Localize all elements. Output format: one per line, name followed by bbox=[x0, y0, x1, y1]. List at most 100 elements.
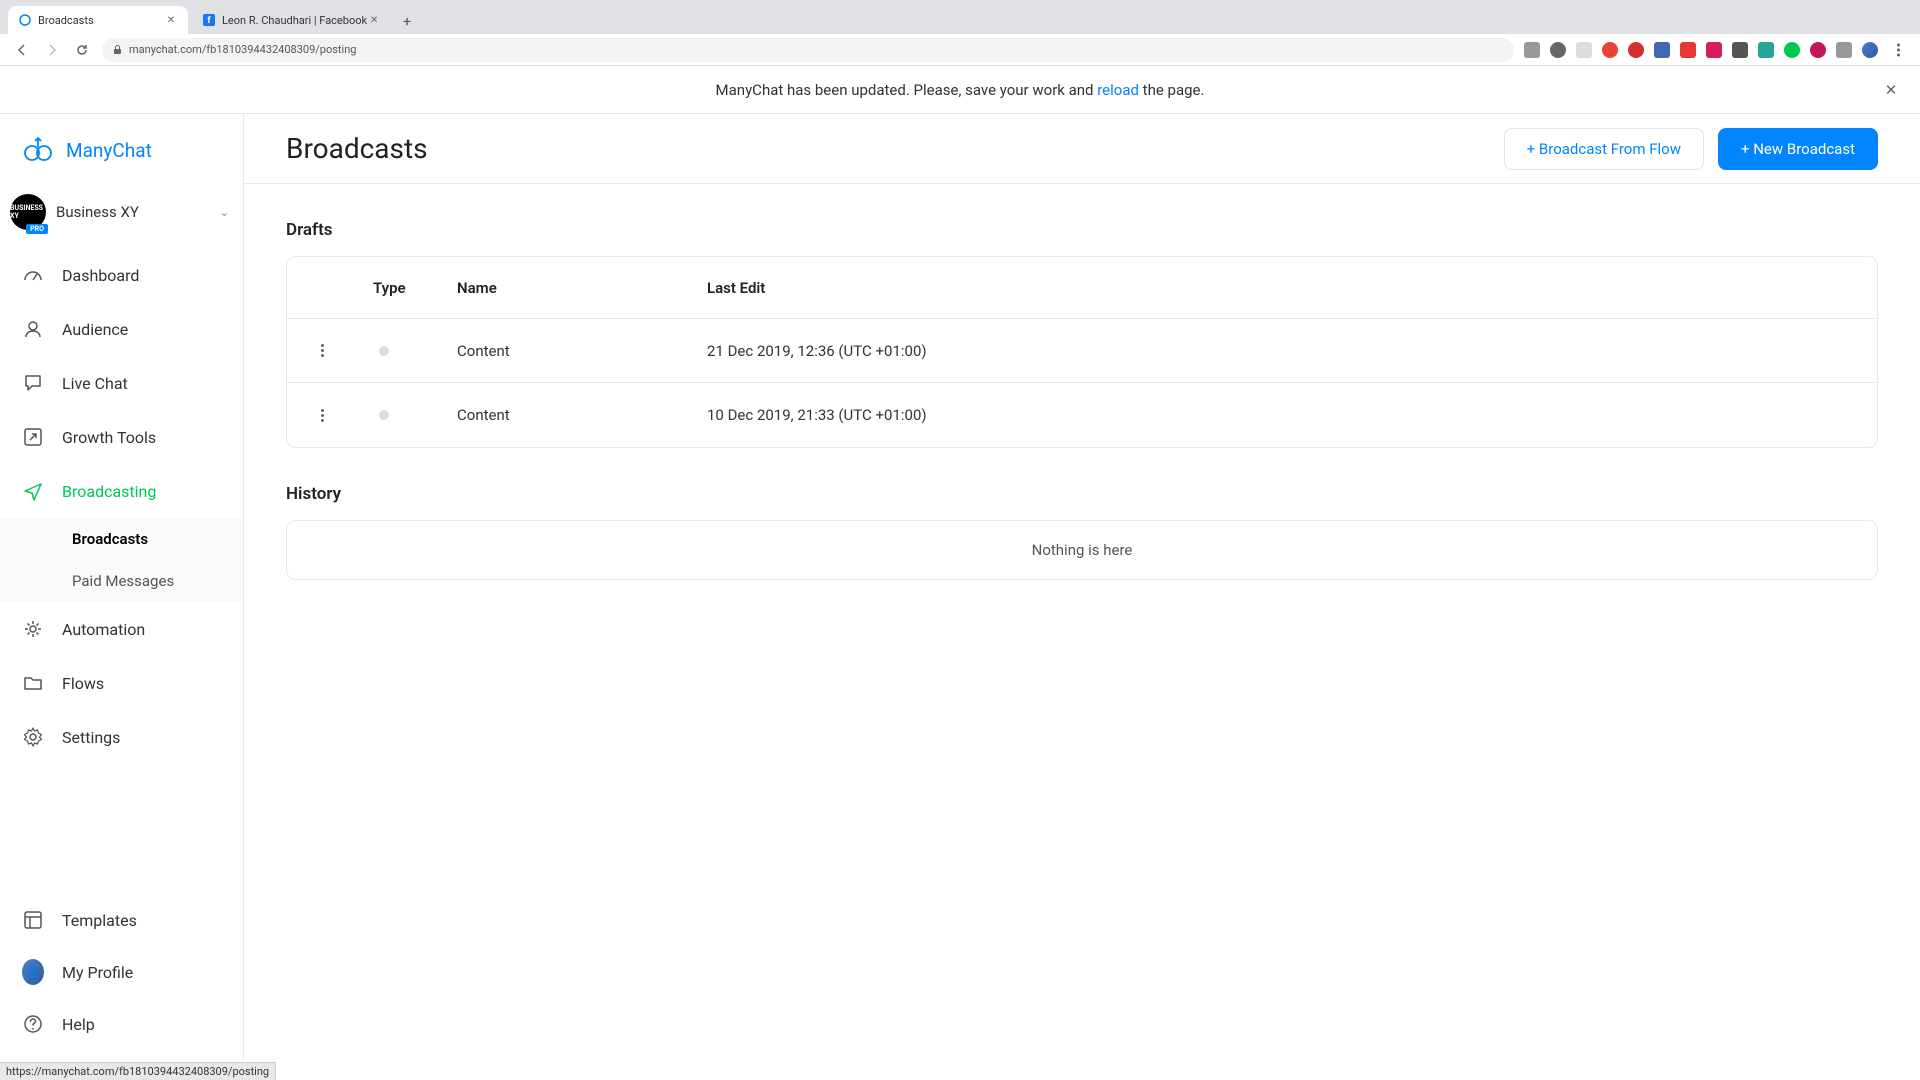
banner-close-button[interactable]: ✕ bbox=[1882, 81, 1900, 99]
broadcast-from-flow-button[interactable]: + Broadcast From Flow bbox=[1504, 128, 1704, 170]
sidebar-item-growth[interactable]: Growth Tools bbox=[0, 410, 243, 464]
sidebar: ManyChat BUSINESS XY PRO Business XY ⌄ D… bbox=[0, 114, 244, 1060]
sidebar-item-settings[interactable]: Settings bbox=[0, 710, 243, 764]
sidebar-item-automation[interactable]: Automation bbox=[0, 602, 243, 656]
sidebar-sub-items: Broadcasts Paid Messages bbox=[0, 518, 243, 602]
sidebar-item-label: Flows bbox=[62, 674, 104, 693]
col-last-edit: Last Edit bbox=[707, 279, 1877, 297]
browser-tab-active[interactable]: Broadcasts ✕ bbox=[8, 6, 188, 34]
sidebar-item-label: Broadcasting bbox=[62, 482, 156, 501]
sidebar-item-broadcasting[interactable]: Broadcasting bbox=[0, 464, 243, 518]
nav-main: Dashboard Audience Live Chat Growth Tool… bbox=[0, 238, 243, 894]
url-input[interactable]: manychat.com/fb181039443240​8309/posting bbox=[102, 38, 1514, 62]
business-name: Business XY bbox=[56, 203, 210, 221]
type-indicator-icon bbox=[379, 410, 389, 420]
sidebar-item-label: Audience bbox=[62, 320, 128, 339]
browser-menu-icon[interactable] bbox=[1888, 40, 1908, 60]
ext-icon[interactable] bbox=[1602, 42, 1618, 58]
lock-icon bbox=[112, 44, 123, 55]
ext-icon[interactable] bbox=[1680, 42, 1696, 58]
row-name: Content bbox=[457, 406, 707, 424]
row-actions-button[interactable] bbox=[313, 406, 331, 424]
tab-close-icon[interactable]: ✕ bbox=[367, 13, 381, 27]
reload-button[interactable] bbox=[72, 40, 92, 60]
ext-icon[interactable] bbox=[1784, 42, 1800, 58]
notification-banner: ManyChat has been updated. Please, save … bbox=[0, 66, 1920, 114]
sidebar-item-dashboard[interactable]: Dashboard bbox=[0, 248, 243, 302]
nav-footer: Templates 👤 My Profile Help bbox=[0, 894, 243, 1060]
browser-tab-strip: Broadcasts ✕ f Leon R. Chaudhari | Faceb… bbox=[0, 0, 1920, 34]
brand-logo-icon bbox=[20, 132, 56, 168]
tab-favicon: f bbox=[202, 13, 216, 27]
folder-icon bbox=[22, 672, 44, 694]
sidebar-subitem-paid[interactable]: Paid Messages bbox=[0, 560, 243, 602]
tab-title: Leon R. Chaudhari | Facebook bbox=[222, 14, 367, 27]
banner-text-suffix: the page. bbox=[1139, 81, 1204, 99]
pro-badge: PRO bbox=[26, 224, 48, 234]
browser-tab-inactive[interactable]: f Leon R. Chaudhari | Facebook ✕ bbox=[192, 6, 391, 34]
ext-icon[interactable] bbox=[1524, 42, 1540, 58]
business-selector[interactable]: BUSINESS XY PRO Business XY ⌄ bbox=[0, 186, 243, 238]
brand-name: ManyChat bbox=[66, 139, 152, 162]
ext-icon[interactable] bbox=[1758, 42, 1774, 58]
main-content: Broadcasts + Broadcast From Flow + New B… bbox=[244, 114, 1920, 1060]
back-button[interactable] bbox=[12, 40, 32, 60]
history-empty-state: Nothing is here bbox=[286, 520, 1878, 580]
status-bar-url: https://manychat.com/fb181039443240​8309… bbox=[0, 1062, 276, 1080]
sidebar-item-label: Automation bbox=[62, 620, 145, 639]
ext-icon[interactable] bbox=[1732, 42, 1748, 58]
page-header: Broadcasts + Broadcast From Flow + New B… bbox=[244, 114, 1920, 184]
chevron-down-icon: ⌄ bbox=[220, 206, 229, 219]
table-row[interactable]: Content 21 Dec 2019, 12:36 (UTC +01:00) bbox=[287, 319, 1877, 383]
sidebar-item-profile[interactable]: 👤 My Profile bbox=[0, 946, 243, 998]
sidebar-item-label: Dashboard bbox=[62, 266, 139, 285]
ext-icon[interactable] bbox=[1550, 42, 1566, 58]
new-tab-button[interactable]: + bbox=[395, 10, 419, 34]
brand-row[interactable]: ManyChat bbox=[0, 114, 243, 186]
history-section-title: History bbox=[286, 484, 1878, 504]
browser-profile-avatar[interactable] bbox=[1862, 42, 1878, 58]
ext-icon[interactable] bbox=[1836, 42, 1852, 58]
sidebar-item-livechat[interactable]: Live Chat bbox=[0, 356, 243, 410]
row-last-edit: 21 Dec 2019, 12:36 (UTC +01:00) bbox=[707, 342, 1877, 360]
drafts-section-title: Drafts bbox=[286, 220, 1878, 240]
url-text: manychat.com/fb181039443240​8309/posting bbox=[129, 43, 356, 56]
chat-icon bbox=[22, 372, 44, 394]
profile-avatar-icon: 👤 bbox=[22, 961, 44, 983]
empty-text: Nothing is here bbox=[1032, 541, 1133, 559]
col-type: Type bbox=[357, 279, 457, 297]
col-name: Name bbox=[457, 279, 707, 297]
send-icon bbox=[22, 480, 44, 502]
sidebar-item-flows[interactable]: Flows bbox=[0, 656, 243, 710]
ext-icon[interactable] bbox=[1576, 42, 1592, 58]
sidebar-item-templates[interactable]: Templates bbox=[0, 894, 243, 946]
banner-text-prefix: ManyChat has been updated. Please, save … bbox=[716, 81, 1098, 99]
sidebar-item-label: Settings bbox=[62, 728, 120, 747]
ext-icon[interactable] bbox=[1654, 42, 1670, 58]
template-icon bbox=[22, 909, 44, 931]
sidebar-item-label: My Profile bbox=[62, 963, 133, 982]
sidebar-item-audience[interactable]: Audience bbox=[0, 302, 243, 356]
gear-icon bbox=[22, 726, 44, 748]
user-icon bbox=[22, 318, 44, 340]
tab-close-icon[interactable]: ✕ bbox=[164, 13, 178, 27]
tab-favicon bbox=[18, 13, 32, 27]
row-name: Content bbox=[457, 342, 707, 360]
ext-icon[interactable] bbox=[1810, 42, 1826, 58]
ext-icon[interactable] bbox=[1628, 42, 1644, 58]
row-last-edit: 10 Dec 2019, 21:33 (UTC +01:00) bbox=[707, 406, 1877, 424]
table-header: Type Name Last Edit bbox=[287, 257, 1877, 319]
forward-button[interactable] bbox=[42, 40, 62, 60]
banner-reload-link[interactable]: reload bbox=[1097, 81, 1139, 99]
table-row[interactable]: Content 10 Dec 2019, 21:33 (UTC +01:00) bbox=[287, 383, 1877, 447]
sidebar-item-label: Templates bbox=[62, 911, 137, 930]
ext-icon[interactable] bbox=[1706, 42, 1722, 58]
browser-address-bar: manychat.com/fb181039443240​8309/posting bbox=[0, 34, 1920, 66]
sidebar-item-help[interactable]: Help bbox=[0, 998, 243, 1050]
new-broadcast-button[interactable]: + New Broadcast bbox=[1718, 128, 1878, 170]
row-actions-button[interactable] bbox=[313, 342, 331, 360]
help-icon bbox=[22, 1013, 44, 1035]
sidebar-item-label: Help bbox=[62, 1015, 95, 1034]
drafts-table: Type Name Last Edit Content 21 Dec 2019,… bbox=[286, 256, 1878, 448]
sidebar-subitem-broadcasts[interactable]: Broadcasts bbox=[0, 518, 243, 560]
